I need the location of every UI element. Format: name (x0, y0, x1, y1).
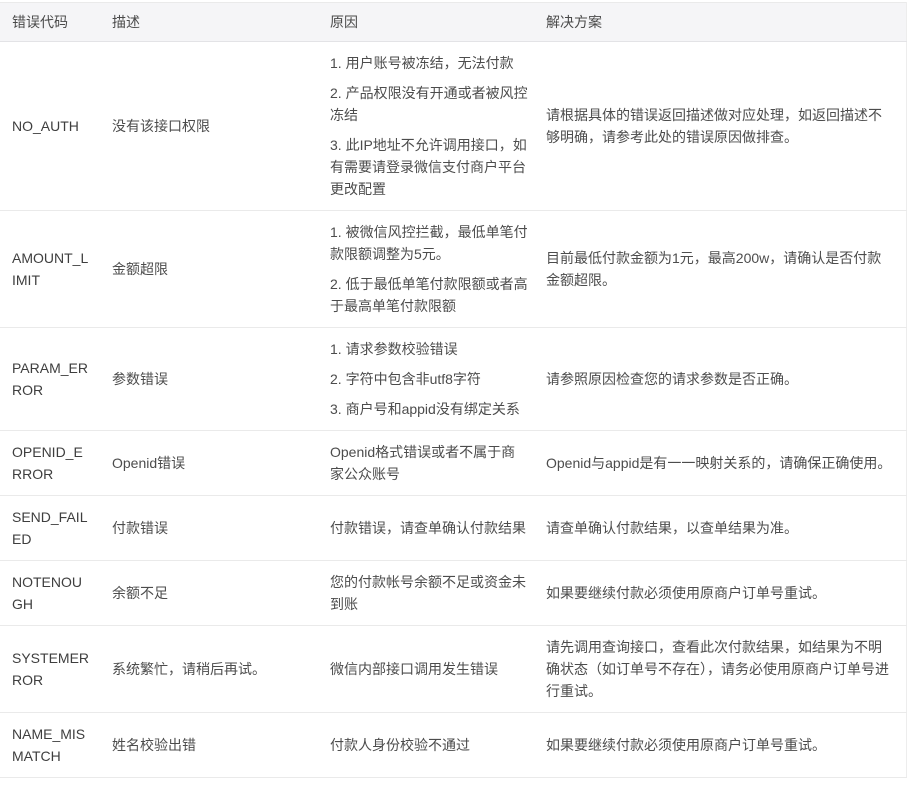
reason-item: 付款人身份校验不通过 (330, 734, 528, 756)
reason-item: 1. 请求参数校验错误 (330, 338, 528, 360)
reason-cell: Openid格式错误或者不属于商家公众账号 (318, 431, 534, 496)
reason-list: 1. 被微信风控拦截，最低单笔付款限额调整为5元。 2. 低于最低单笔付款限额或者… (330, 221, 528, 317)
solution-cell: 如果要继续付款必须使用原商户订单号重试。 (534, 561, 906, 626)
table-row: SEND_FAILED 付款错误 付款错误，请查单确认付款结果 请查单确认付款结… (0, 496, 906, 561)
error-code-table: 错误代码 描述 原因 解决方案 NO_AUTH 没有该接口权限 1. 用户账号被… (0, 2, 907, 778)
table-row: OPENID_ERROR Openid错误 Openid格式错误或者不属于商家公… (0, 431, 906, 496)
error-code-cell: AMOUNT_LIMIT (0, 211, 100, 328)
table-row: NOTENOUGH 余额不足 您的付款帐号余额不足或资金未到账 如果要继续付款必… (0, 561, 906, 626)
description-cell: 付款错误 (100, 496, 318, 561)
column-header-error-code: 错误代码 (0, 3, 100, 42)
reason-item: 1. 用户账号被冻结，无法付款 (330, 52, 528, 74)
reason-cell: 付款人身份校验不通过 (318, 713, 534, 778)
solution-cell: 请先调用查询接口，查看此次付款结果，如结果为不明确状态（如订单号不存在），请务必… (534, 626, 906, 713)
reason-cell: 1. 用户账号被冻结，无法付款 2. 产品权限没有开通或者被风控冻结 3. 此IP地… (318, 42, 534, 211)
column-header-reason: 原因 (318, 3, 534, 42)
description-cell: Openid错误 (100, 431, 318, 496)
error-code-cell: SYSTEMERROR (0, 626, 100, 713)
column-header-solution: 解决方案 (534, 3, 906, 42)
description-cell: 余额不足 (100, 561, 318, 626)
reason-cell: 付款错误，请查单确认付款结果 (318, 496, 534, 561)
reason-list: 付款人身份校验不通过 (330, 734, 528, 756)
table-header: 错误代码 描述 原因 解决方案 (0, 3, 906, 42)
reason-item: Openid格式错误或者不属于商家公众账号 (330, 441, 528, 485)
table-row: NO_AUTH 没有该接口权限 1. 用户账号被冻结，无法付款 2. 产品权限没有… (0, 42, 906, 211)
reason-list: 微信内部接口调用发生错误 (330, 658, 528, 680)
reason-item: 微信内部接口调用发生错误 (330, 658, 528, 680)
reason-item: 3. 商户号和appid没有绑定关系 (330, 398, 528, 420)
description-cell: 没有该接口权限 (100, 42, 318, 211)
reason-cell: 1. 被微信风控拦截，最低单笔付款限额调整为5元。 2. 低于最低单笔付款限额或者… (318, 211, 534, 328)
error-code-cell: NOTENOUGH (0, 561, 100, 626)
solution-cell: 目前最低付款金额为1元，最高200w，请确认是否付款金额超限。 (534, 211, 906, 328)
error-code-documentation-page: 错误代码 描述 原因 解决方案 NO_AUTH 没有该接口权限 1. 用户账号被… (0, 0, 911, 778)
reason-item: 您的付款帐号余额不足或资金未到账 (330, 571, 528, 615)
reason-item: 付款错误，请查单确认付款结果 (330, 517, 528, 539)
solution-cell: 如果要继续付款必须使用原商户订单号重试。 (534, 713, 906, 778)
solution-cell: 请参照原因检查您的请求参数是否正确。 (534, 328, 906, 431)
reason-item: 2. 字符中包含非utf8字符 (330, 368, 528, 390)
reason-list: 您的付款帐号余额不足或资金未到账 (330, 571, 528, 615)
table-row: PARAM_ERROR 参数错误 1. 请求参数校验错误 2. 字符中包含非utf… (0, 328, 906, 431)
reason-list: 1. 用户账号被冻结，无法付款 2. 产品权限没有开通或者被风控冻结 3. 此IP地… (330, 52, 528, 200)
reason-item: 3. 此IP地址不允许调用接口，如有需要请登录微信支付商户平台更改配置 (330, 134, 528, 200)
description-cell: 系统繁忙，请稍后再试。 (100, 626, 318, 713)
reason-item: 2. 低于最低单笔付款限额或者高于最高单笔付款限额 (330, 273, 528, 317)
header-row: 错误代码 描述 原因 解决方案 (0, 3, 906, 42)
solution-cell: 请根据具体的错误返回描述做对应处理，如返回描述不够明确，请参考此处的错误原因做排… (534, 42, 906, 211)
reason-list: 付款错误，请查单确认付款结果 (330, 517, 528, 539)
error-code-cell: NO_AUTH (0, 42, 100, 211)
table-row: NAME_MISMATCH 姓名校验出错 付款人身份校验不通过 如果要继续付款必… (0, 713, 906, 778)
table-row: SYSTEMERROR 系统繁忙，请稍后再试。 微信内部接口调用发生错误 请先调… (0, 626, 906, 713)
solution-cell: Openid与appid是有一一映射关系的，请确保正确使用。 (534, 431, 906, 496)
reason-item: 1. 被微信风控拦截，最低单笔付款限额调整为5元。 (330, 221, 528, 265)
error-code-cell: SEND_FAILED (0, 496, 100, 561)
table-row: AMOUNT_LIMIT 金额超限 1. 被微信风控拦截，最低单笔付款限额调整为… (0, 211, 906, 328)
table-body: NO_AUTH 没有该接口权限 1. 用户账号被冻结，无法付款 2. 产品权限没有… (0, 42, 906, 778)
description-cell: 参数错误 (100, 328, 318, 431)
reason-cell: 微信内部接口调用发生错误 (318, 626, 534, 713)
reason-list: Openid格式错误或者不属于商家公众账号 (330, 441, 528, 485)
solution-cell: 请查单确认付款结果，以查单结果为准。 (534, 496, 906, 561)
error-code-cell: OPENID_ERROR (0, 431, 100, 496)
reason-list: 1. 请求参数校验错误 2. 字符中包含非utf8字符 3. 商户号和appid没有… (330, 338, 528, 420)
reason-cell: 您的付款帐号余额不足或资金未到账 (318, 561, 534, 626)
description-cell: 金额超限 (100, 211, 318, 328)
reason-cell: 1. 请求参数校验错误 2. 字符中包含非utf8字符 3. 商户号和appid没有… (318, 328, 534, 431)
reason-item: 2. 产品权限没有开通或者被风控冻结 (330, 82, 528, 126)
description-cell: 姓名校验出错 (100, 713, 318, 778)
error-code-cell: PARAM_ERROR (0, 328, 100, 431)
error-code-cell: NAME_MISMATCH (0, 713, 100, 778)
column-header-description: 描述 (100, 3, 318, 42)
